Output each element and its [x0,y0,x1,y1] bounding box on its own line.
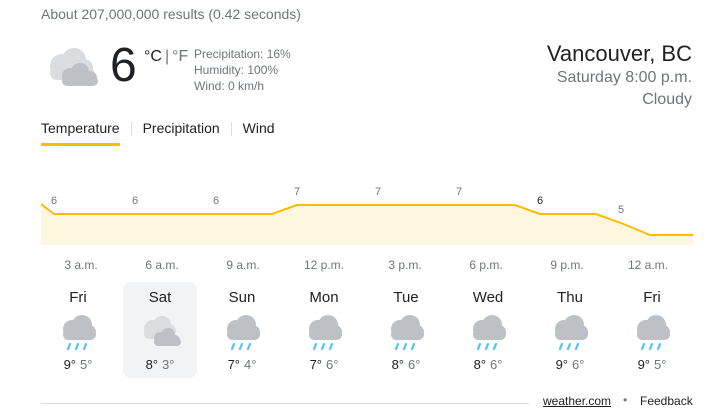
wind-detail: Wind: 0 km/h [194,79,265,93]
day-low: 6° [490,357,503,372]
celsius-button[interactable]: °C [144,48,162,65]
weather-details: Precipitation: 16% Humidity: 100% Wind: … [194,46,291,94]
day-name: Sun [228,289,256,306]
day-low: 6° [572,357,585,372]
rain-icon [309,315,342,351]
tab-wind[interactable]: Wind [243,120,275,146]
day-temps: 7° 4° [205,358,279,372]
day-high: 8° [473,357,486,372]
rain-icon [555,315,588,351]
chart-value-label: 7 [294,186,300,198]
chart-value-label: 6 [132,195,138,207]
rain-icon [391,315,424,351]
day-temps: 9° 5° [41,358,115,372]
current-temperature: 6 [110,39,137,92]
day-low: 4° [244,357,257,372]
source-link[interactable]: weather.com [543,394,611,408]
chart-area [41,204,693,245]
day-high: 9° [555,357,568,372]
day-low: 3° [162,357,175,372]
rain-icon [227,315,260,351]
chart-value-label: 6 [537,195,543,207]
day-high: 8° [391,357,404,372]
humidity-detail: Humidity: 100% [194,63,279,77]
day-temps: 7° 6° [287,358,361,372]
precipitation-detail: Precipitation: 16% [194,47,291,61]
chart-time-label: 6 p.m. [469,258,502,272]
day-name: Thu [557,289,583,306]
feedback-link[interactable]: Feedback [640,394,693,408]
day-temps: 8° 6° [451,358,525,372]
fahrenheit-button[interactable]: °F [172,48,188,65]
day-name: Fri [69,289,87,306]
day-high: 9° [637,357,650,372]
day-card[interactable]: Mon 7° 6° [287,282,361,378]
chart-value-label: 6 [51,195,57,207]
day-name: Sat [148,289,172,306]
day-card[interactable]: Sat 8° 3° [123,282,197,378]
day-card[interactable]: Wed 8° 6° [451,282,525,378]
day-temps: 9° 5° [615,358,689,372]
chart-time-label: 9 p.m. [550,258,583,272]
chart-time-label: 3 p.m. [388,258,421,272]
tab-divider [130,122,132,136]
unit-separator: | [164,48,170,65]
chart-value-label: 7 [456,186,462,198]
location-datetime: Saturday 8:00 p.m. [556,69,692,86]
tab-temperature[interactable]: Temperature [41,120,120,146]
cloudy-icon [50,48,98,86]
day-card[interactable]: Sun 7° 4° [205,282,279,378]
location-condition: Cloudy [642,91,692,108]
chart-time-label: 3 a.m. [64,258,97,272]
footer-divider [41,403,529,404]
tab-bar: Temperature Precipitation Wind [41,120,275,146]
day-high: 7° [227,357,240,372]
rain-icon [637,315,670,351]
day-high: 9° [63,357,76,372]
day-card[interactable]: Fri 9° 5° [41,282,115,378]
day-temps: 8° 6° [369,358,443,372]
day-low: 6° [326,357,339,372]
unit-toggle: °C | °F [144,48,188,66]
day-temps: 9° 6° [533,358,607,372]
chart-time-label: 12 p.m. [304,258,344,272]
chart-time-label: 9 a.m. [226,258,259,272]
day-name: Fri [643,289,661,306]
day-name: Mon [309,289,339,306]
chart-time-label: 12 a.m. [628,258,668,272]
tab-precipitation[interactable]: Precipitation [143,120,220,146]
day-high: 7° [309,357,322,372]
rain-icon [63,315,96,351]
footer-separator: • [623,393,628,407]
day-high: 8° [145,357,158,372]
tab-divider [230,122,232,136]
day-name: Tue [393,289,419,306]
day-low: 6° [408,357,421,372]
location-city: Vancouver, BC [546,41,692,66]
day-card[interactable]: Fri 9° 5° [615,282,689,378]
day-card[interactable]: Tue 8° 6° [369,282,443,378]
location-block: Vancouver, BC Saturday 8:00 p.m. Cloudy [547,41,692,111]
day-low: 5° [80,357,93,372]
chart-value-label: 5 [618,204,624,216]
temperature-chart: 6 6 6 7 7 7 6 5 3 a.m. 6 a.m. 9 a.m. 12 p.m. 3 p.m. 6… [40,186,693,272]
day-name: Wed [472,289,504,306]
chart-value-label: 6 [213,195,219,207]
rain-icon [473,315,506,351]
chart-time-label: 6 a.m. [145,258,178,272]
results-stats: About 207,000,000 results (0.42 seconds) [41,6,301,22]
day-low: 5° [654,357,667,372]
cloudy-icon [144,316,181,346]
day-temps: 8° 3° [123,358,197,372]
chart-value-label: 7 [375,186,381,198]
daily-forecast: Fri 9° 5° Sat 8° 3° Sun 7° 4° Mon 7° 6° Tue 8° 6° Wed 8°… [41,282,696,378]
day-card[interactable]: Thu 9° 6° [533,282,607,378]
